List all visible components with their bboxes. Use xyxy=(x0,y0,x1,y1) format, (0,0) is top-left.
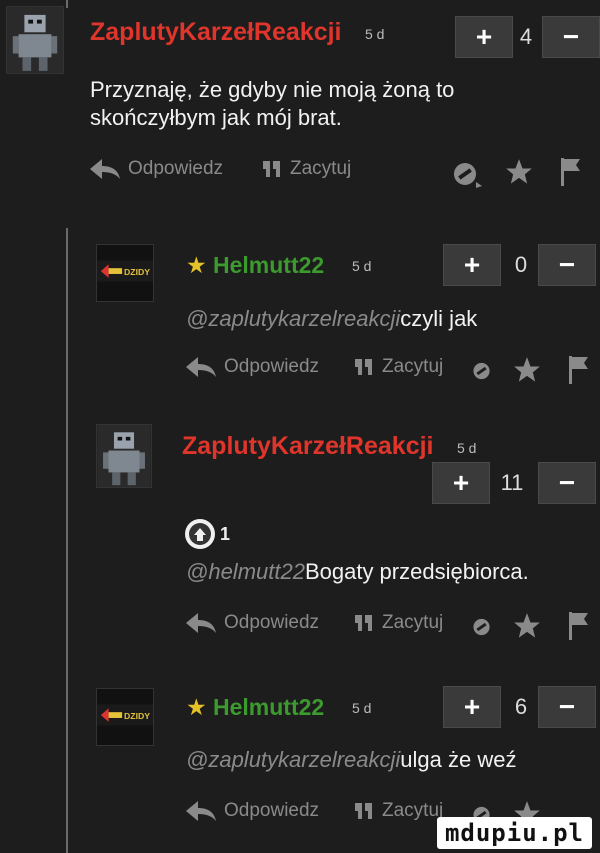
flag-icon[interactable] xyxy=(568,612,588,640)
comment-body: czyli jak xyxy=(400,306,478,331)
comment-actions: Odpowiedz Zacytuj xyxy=(186,612,596,642)
site-watermark: mdupiu.pl xyxy=(436,817,592,849)
avatar[interactable] xyxy=(96,424,152,488)
comment-actions: Odpowiedz Zacytuj xyxy=(90,158,590,188)
robot-avatar-icon xyxy=(7,7,63,73)
svg-text:DZIDY: DZIDY xyxy=(124,711,150,721)
reply-label: Odpowiedz xyxy=(224,612,320,633)
quote-action[interactable]: Zacytuj xyxy=(354,800,443,822)
reply-action[interactable]: Odpowiedz xyxy=(186,800,319,822)
comment-text: @zaplutykarzelreakcjiulga że weź xyxy=(186,746,516,774)
upvote-button[interactable]: + xyxy=(432,462,490,504)
vote-count: 11 xyxy=(500,470,524,495)
quote-action[interactable]: Zacytuj xyxy=(262,158,351,180)
author-name: Helmutt22 xyxy=(213,252,325,278)
avatar[interactable] xyxy=(6,6,64,74)
quote-label: Zacytuj xyxy=(382,800,444,821)
quote-icon xyxy=(355,359,372,375)
avatar[interactable]: DZIDY xyxy=(96,244,154,302)
vote-count: 0 xyxy=(514,252,528,277)
downvote-button[interactable]: − xyxy=(538,462,596,504)
robot-avatar-icon xyxy=(97,425,151,487)
reply-label: Odpowiedz xyxy=(224,800,320,821)
reply-action[interactable]: Odpowiedz xyxy=(186,612,319,634)
favorite-star-icon: ★ xyxy=(186,694,207,720)
reply-label: Odpowiedz xyxy=(128,158,224,179)
comment-age: 5 d xyxy=(457,440,477,456)
downvote-button[interactable]: − xyxy=(538,244,596,286)
report-circle-icon[interactable] xyxy=(472,616,494,638)
report-circle-icon[interactable] xyxy=(452,160,482,188)
author-name: Helmutt22 xyxy=(213,694,325,720)
quote-label: Zacytuj xyxy=(382,612,444,633)
reply-arrow-icon xyxy=(186,357,216,377)
report-circle-icon[interactable] xyxy=(472,360,494,382)
downvote-button[interactable]: − xyxy=(542,16,600,58)
favorite-star-icon: ★ xyxy=(186,252,207,278)
quote-icon xyxy=(355,615,372,631)
mention-link[interactable]: @zaplutykarzelreakcji xyxy=(186,747,400,772)
badge: 1 xyxy=(184,518,230,550)
comment-actions: Odpowiedz Zacytuj xyxy=(186,356,596,386)
quote-label: Zacytuj xyxy=(382,356,444,377)
reply-label: Odpowiedz xyxy=(224,356,320,377)
reply-arrow-icon xyxy=(90,159,120,179)
comment-text: @zaplutykarzelreakcjiczyli jak xyxy=(186,305,477,333)
mention-link[interactable]: @zaplutykarzelreakcji xyxy=(186,306,400,331)
comment-body: Bogaty przedsiębiorca. xyxy=(304,559,529,584)
reply-action[interactable]: Odpowiedz xyxy=(90,158,223,180)
reply-action[interactable]: Odpowiedz xyxy=(186,356,319,378)
quote-label: Zacytuj xyxy=(290,158,352,179)
comment-author[interactable]: ★ Helmutt22 xyxy=(186,694,324,721)
comment-text-line: Przyznaję, że gdyby nie moją żoną to xyxy=(90,77,455,102)
comment-age: 5 d xyxy=(365,26,385,42)
flag-icon[interactable] xyxy=(568,356,588,384)
avatar[interactable]: DZIDY xyxy=(96,688,154,746)
quote-action[interactable]: Zacytuj xyxy=(354,612,443,634)
comment-age: 5 d xyxy=(352,700,372,716)
thread-line xyxy=(66,228,68,853)
reply-arrow-icon xyxy=(186,801,216,821)
dzidy-avatar-icon: DZIDY xyxy=(97,245,153,301)
star-icon[interactable] xyxy=(504,158,534,186)
comment-author[interactable]: ZaplutyKarzełReakcji xyxy=(182,432,434,461)
flag-icon[interactable] xyxy=(560,158,580,186)
comment-body: ulga że weź xyxy=(400,747,517,772)
comment-author[interactable]: ZaplutyKarzełReakcji xyxy=(90,18,342,47)
comment-author[interactable]: ★ Helmutt22 xyxy=(186,252,324,279)
reply-arrow-icon xyxy=(186,613,216,633)
comment-text: Przyznaję, że gdyby nie moją żoną to sko… xyxy=(90,76,454,132)
badge-count: 1 xyxy=(220,523,231,544)
quote-action[interactable]: Zacytuj xyxy=(354,356,443,378)
comment-text-line: skończyłbym jak mój brat. xyxy=(90,105,342,130)
badge-icon xyxy=(185,519,215,549)
comment-age: 5 d xyxy=(352,258,372,274)
upvote-button[interactable]: + xyxy=(443,244,501,286)
thread-line-top xyxy=(66,0,68,8)
svg-text:DZIDY: DZIDY xyxy=(124,267,150,277)
star-icon[interactable] xyxy=(512,612,542,640)
vote-count: 6 xyxy=(514,694,528,719)
quote-icon xyxy=(355,803,372,819)
vote-count: 4 xyxy=(519,24,533,49)
upvote-button[interactable]: + xyxy=(455,16,513,58)
star-icon[interactable] xyxy=(512,356,542,384)
upvote-button[interactable]: + xyxy=(443,686,501,728)
dzidy-avatar-icon: DZIDY xyxy=(97,689,153,745)
quote-icon xyxy=(263,161,280,177)
downvote-button[interactable]: − xyxy=(538,686,596,728)
comment-text: @helmutt22Bogaty przedsiębiorca. xyxy=(186,558,529,586)
mention-link[interactable]: @helmutt22 xyxy=(186,559,305,584)
